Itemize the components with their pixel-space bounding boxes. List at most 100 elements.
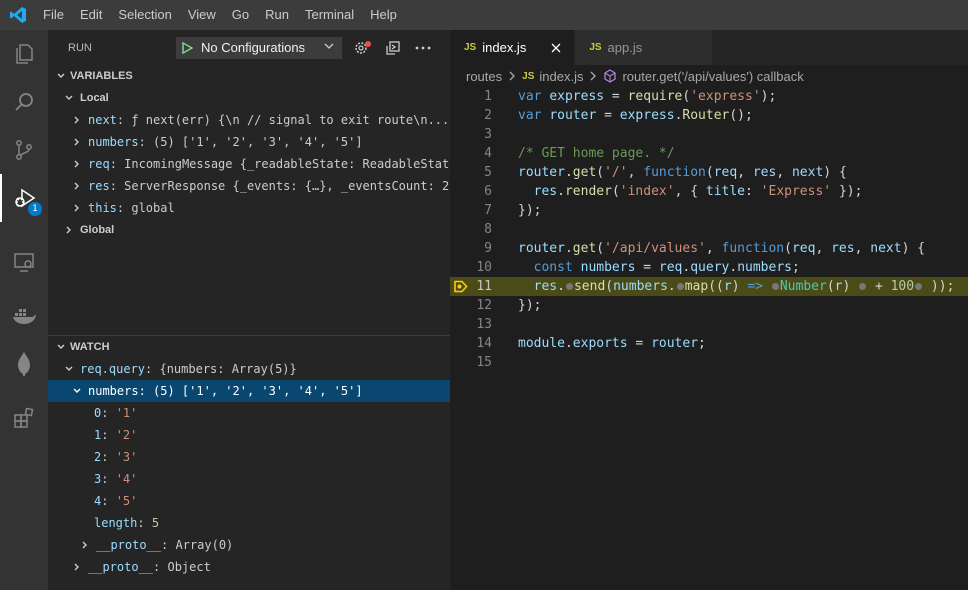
run-debug-icon[interactable]: 1 [0,174,48,222]
code-line[interactable]: 6 res.render('index', { title: 'Express'… [450,182,968,201]
variable-row-req[interactable]: req: IncomingMessage {_readableState: Re… [48,153,450,175]
code-token: , [854,241,871,256]
watch-array-length[interactable]: length: 5 [48,512,450,534]
inline-breakpoint-icon[interactable] [771,283,779,290]
variable-row-numbers[interactable]: numbers: (5) ['1', '2', '3', '4', '5'] [48,131,450,153]
inline-breakpoint-icon[interactable] [915,283,923,290]
breadcrumb-folder[interactable]: routes [466,69,502,84]
watch-array-item[interactable]: 1: '2' [48,424,450,446]
close-icon[interactable] [548,40,564,56]
mongodb-icon[interactable] [0,340,48,388]
code-token: req [658,260,683,275]
code-token: }); [518,298,542,313]
code-line[interactable]: 9 router.get('/api/values', function(req,… [450,239,968,258]
code-line[interactable]: 2 var router = express.Router(); [450,106,968,125]
breadcrumb: routes JS index.js router.get('/api/valu… [450,65,968,87]
code-token: req [713,165,738,180]
run-header: RUN No Configurations [48,30,450,65]
code-token: . [564,241,573,256]
menu-go[interactable]: Go [224,0,257,30]
code-line[interactable]: 10 const numbers = req.query.numbers; [450,258,968,277]
watch-array-item[interactable]: 3: '4' [48,468,450,490]
debug-console-icon[interactable] [382,37,404,59]
menu-file[interactable]: File [35,0,72,30]
variable-row-this[interactable]: this: global [48,197,450,219]
scope-global[interactable]: Global [48,219,450,241]
watch-array-item[interactable]: 4: '5' [48,490,450,512]
code-token: numbers [737,260,792,275]
code-line[interactable]: 14 module.exports = router; [450,334,968,353]
tab-index-js[interactable]: JS index.js [450,30,576,65]
code-line[interactable]: 15 [450,353,968,372]
tab-app-js[interactable]: JS app.js [575,30,714,65]
line-number: 13 [476,317,492,332]
settings-gear-icon[interactable] [352,37,374,59]
activity-bar: 1 [0,30,48,590]
variable-row-res[interactable]: res: ServerResponse {_events: {…}, _even… [48,175,450,197]
breadcrumb-symbol[interactable]: router.get('/api/values') callback [622,69,803,84]
watch-array-item[interactable]: 2: '3' [48,446,450,468]
code-line[interactable]: 1 var express = require('express'); [450,87,968,106]
start-debugging-icon[interactable] [181,41,193,54]
code-line[interactable]: 3 [450,125,968,144]
chevron-right-icon [70,562,84,572]
code-line[interactable]: 12}); [450,296,968,315]
extensions-icon[interactable] [0,394,48,442]
menu-run[interactable]: Run [257,0,297,30]
code-token: . [557,279,565,294]
more-actions-icon[interactable] [412,37,434,59]
watch-row-numbers-selected[interactable]: numbers: (5) ['1', '2', '3', '4', '5'] [48,380,450,402]
array-index: 0 [94,406,102,420]
watch-array-item[interactable]: 0: '1' [48,402,450,424]
code-editor[interactable]: 1 var express = require('express'); 2 var r… [450,87,968,372]
menu-help[interactable]: Help [362,0,405,30]
code-line[interactable]: 11 res. send(numbers. map((r) => Number(r)… [450,277,968,296]
code-token: ( [611,184,620,199]
search-icon[interactable] [0,78,48,126]
menu-selection[interactable]: Selection [110,0,179,30]
menu-terminal[interactable]: Terminal [297,0,362,30]
code-line[interactable]: 7}); [450,201,968,220]
inline-breakpoint-icon[interactable] [676,283,684,290]
remote-explorer-icon[interactable] [0,238,48,286]
line-number: 6 [484,184,492,199]
watch-expression[interactable]: req.query: {numbers: Array(5)} [48,358,450,380]
inline-breakpoint-icon[interactable] [565,283,573,290]
code-line[interactable]: 13 [450,315,968,334]
code-line[interactable]: 8 [450,220,968,239]
launch-config-select[interactable]: No Configurations [176,36,342,59]
array-value: '4' [115,472,138,486]
watch-object-proto[interactable]: __proto__: Object [48,556,450,578]
code-token: )); [923,279,955,294]
code-token: next [791,165,824,180]
docker-icon[interactable] [0,292,48,340]
editor-area: JS index.js JS app.js routes JS index.js… [450,30,968,590]
breakpoint-current-icon[interactable] [454,280,468,293]
variables-section-header[interactable]: VARIABLES [48,65,450,87]
code-line[interactable]: 4 /* GET home page. */ [450,144,968,163]
scope-local[interactable]: Local [48,87,450,109]
source-control-icon[interactable] [0,126,48,174]
inline-breakpoint-icon[interactable] [859,283,867,290]
code-line[interactable]: 5 router.get('/', function(req, res, next… [450,163,968,182]
line-number: 12 [476,298,492,313]
explorer-icon[interactable] [0,30,48,78]
watch-section-header[interactable]: WATCH [48,336,450,358]
breadcrumb-file[interactable]: index.js [539,69,583,84]
line-number: 4 [484,146,492,161]
watch-item-name: numbers [88,384,139,398]
code-token: res [533,279,558,294]
code-token: = [627,336,652,351]
watch-array-proto[interactable]: __proto__: Array(0) [48,534,450,556]
code-token: ); [760,89,777,104]
menu-edit[interactable]: Edit [72,0,110,30]
variable-name: next [88,113,117,127]
chevron-right-icon [70,203,84,213]
code-token: numbers [580,260,636,275]
code-token: ( [826,279,835,294]
array-value: '5' [115,494,138,508]
menu-view[interactable]: View [180,0,224,30]
code-token: }); [518,203,542,218]
code-token: render [564,184,612,199]
variable-row-next[interactable]: next: ƒ next(err) {\n // signal to exit … [48,109,450,131]
